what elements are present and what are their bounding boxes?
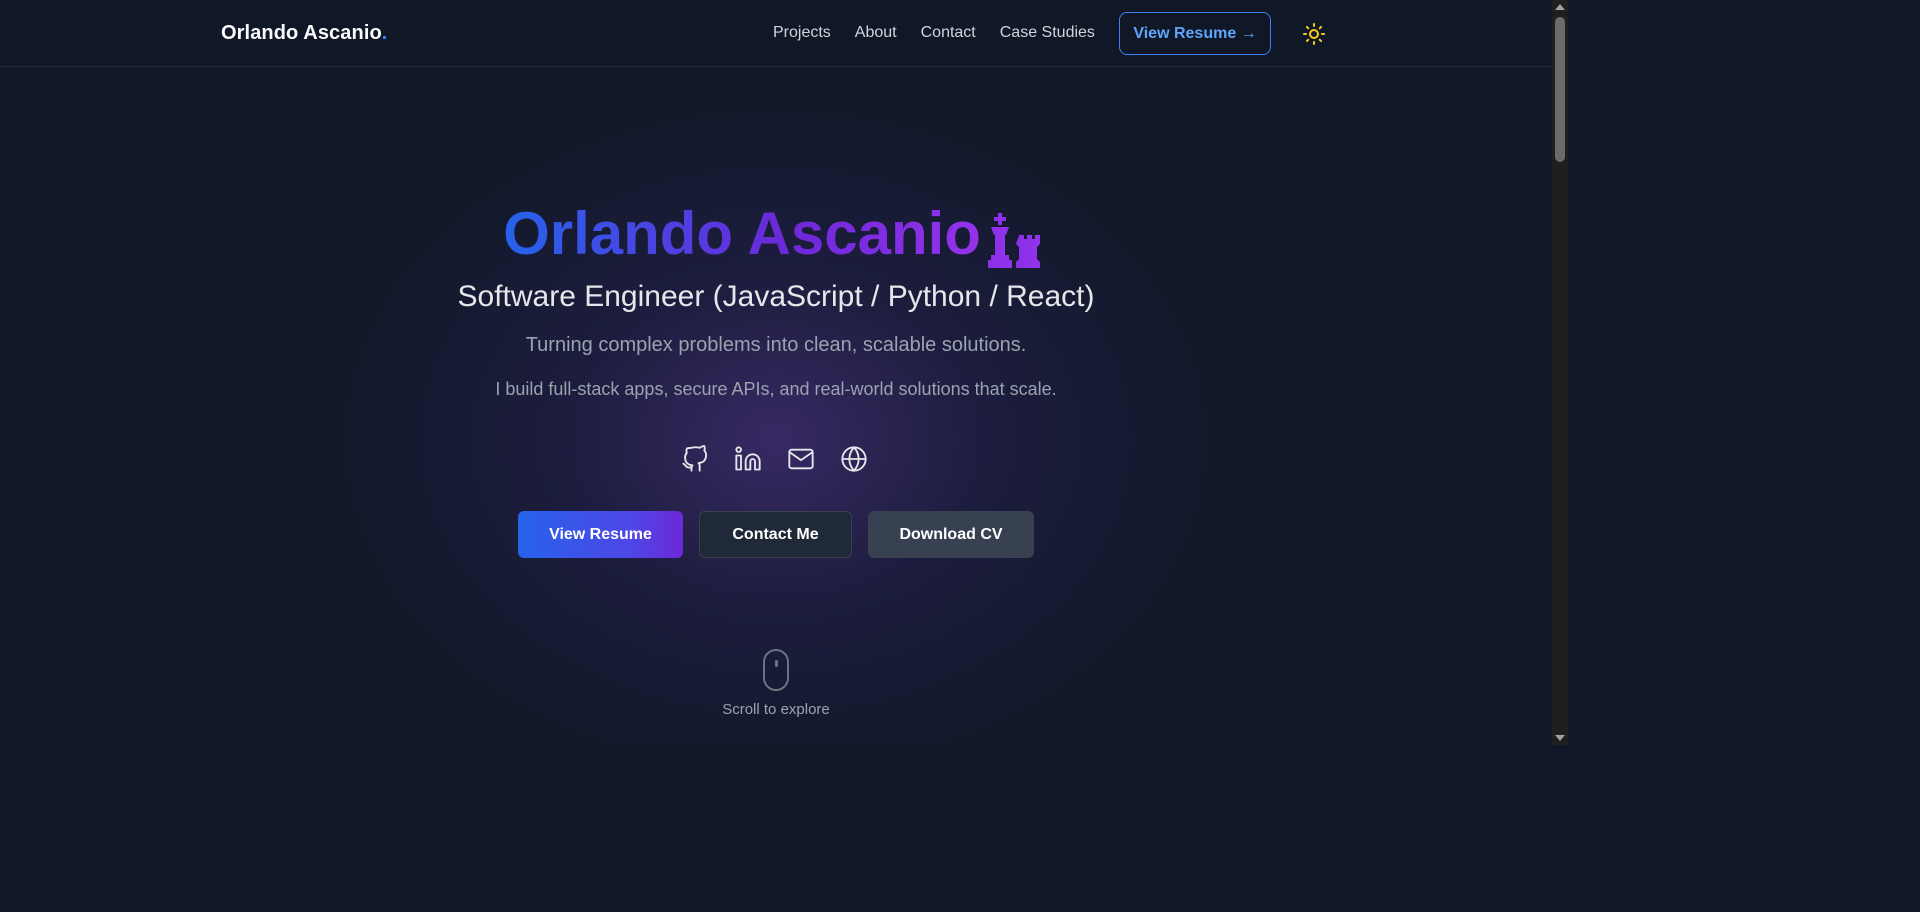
theme-toggle-button[interactable] (1302, 22, 1326, 46)
social-links (680, 444, 892, 474)
nav-view-resume-button[interactable]: View Resume → (1119, 12, 1271, 55)
chess-icons (985, 200, 1049, 276)
github-icon (682, 445, 708, 472)
download-cv-button[interactable]: Download CV (868, 511, 1034, 558)
globe-icon (841, 446, 867, 472)
brand-name: Orlando Ascanio (221, 22, 382, 44)
website-link[interactable] (839, 444, 869, 474)
chess-king-icon (987, 213, 1040, 269)
mail-icon (788, 448, 814, 470)
linkedin-link[interactable] (733, 444, 763, 474)
scroll-label: Scroll to explore (722, 701, 830, 718)
contact-me-button[interactable]: Contact Me (699, 511, 852, 558)
scroll-up-arrow-icon[interactable] (1555, 4, 1565, 10)
hero-tagline: Turning complex problems into clean, sca… (525, 334, 1027, 356)
vertical-scrollbar[interactable] (1552, 0, 1568, 745)
brand-dot: . (381, 22, 388, 44)
hero-title: Orlando Ascanio (0, 196, 1552, 276)
linkedin-icon (735, 446, 761, 471)
page: Orlando Ascanio. Projects About Contact … (0, 0, 1552, 745)
scroll-wheel (775, 660, 778, 667)
top-navbar: Orlando Ascanio. Projects About Contact … (0, 0, 1552, 67)
view-resume-button[interactable]: View Resume (518, 511, 683, 558)
hero-name: Orlando Ascanio (503, 200, 981, 267)
hero-description: I build full-stack apps, secure APIs, an… (495, 379, 1057, 399)
scrollbar-thumb[interactable] (1555, 17, 1565, 162)
nav-link-contact[interactable]: Contact (921, 24, 976, 42)
nav-link-case-studies[interactable]: Case Studies (1000, 24, 1095, 42)
sun-icon (1303, 23, 1325, 45)
nav-link-about[interactable]: About (855, 24, 897, 42)
github-link[interactable] (680, 444, 710, 474)
hero-subtitle: Software Engineer (JavaScript / Python /… (457, 280, 1095, 313)
email-link[interactable] (786, 444, 816, 474)
scroll-down-arrow-icon[interactable] (1555, 735, 1565, 741)
nav-links: Projects About Contact Case Studies (773, 24, 1119, 42)
brand-logo[interactable]: Orlando Ascanio. (221, 22, 387, 45)
scroll-mouse-icon[interactable] (763, 649, 789, 691)
nav-link-projects[interactable]: Projects (773, 24, 831, 42)
